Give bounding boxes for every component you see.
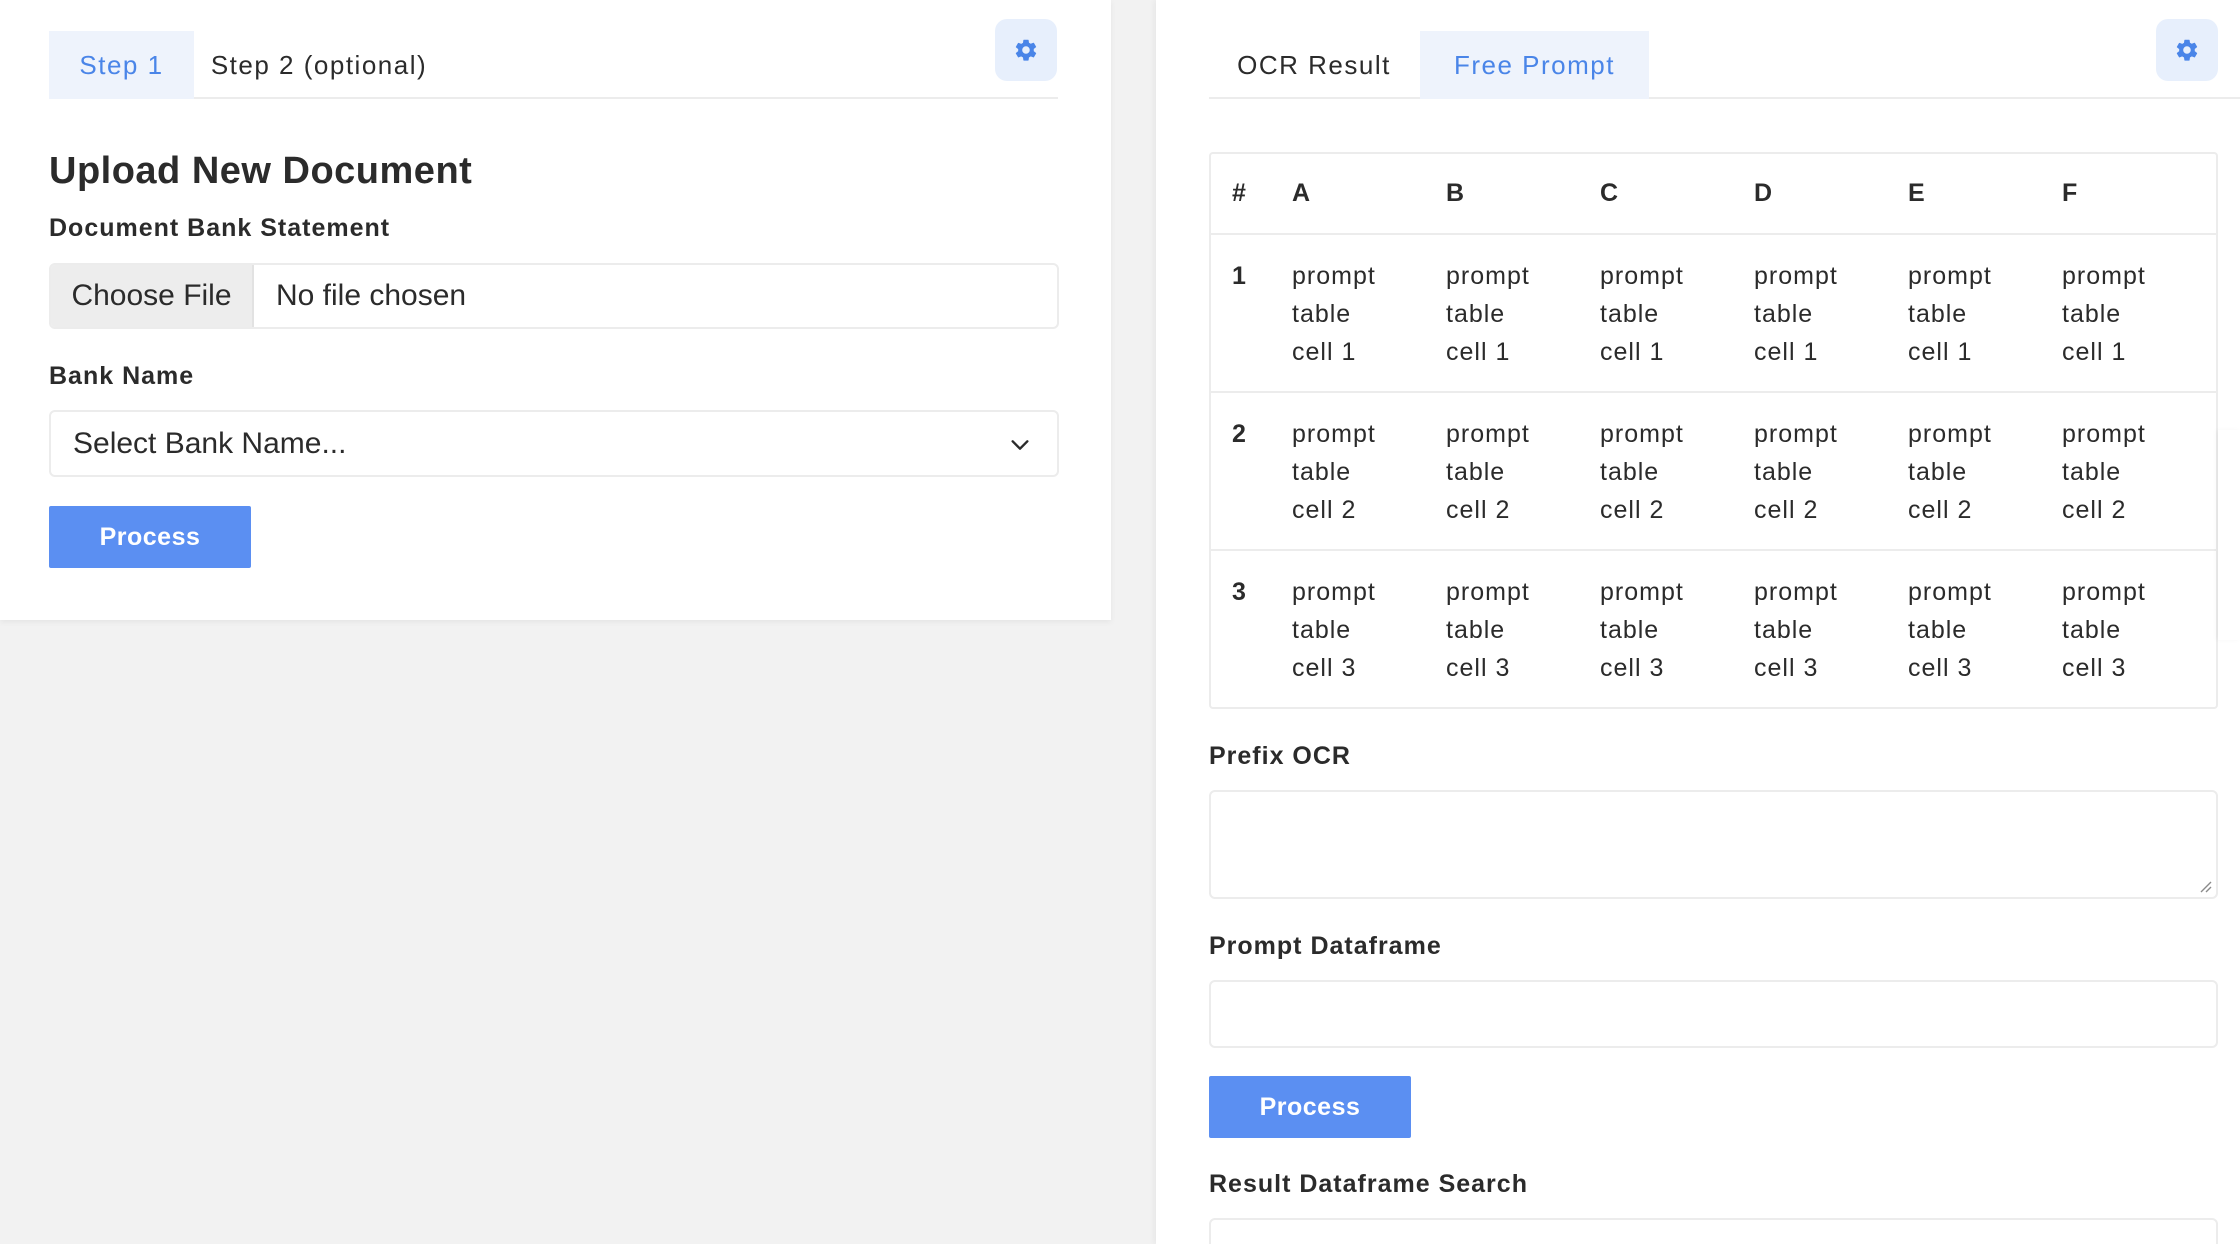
table-cell: prompt table cell 2 [2062, 392, 2216, 551]
prefix-ocr-textarea[interactable] [1209, 790, 2218, 899]
choose-file-button[interactable]: Choose File [51, 265, 254, 327]
table-cell: prompt table cell 1 [1446, 234, 1600, 393]
table-row: 1 prompt table cell 1 prompt table cell 1 pr… [1211, 234, 2216, 393]
scroll-edge [2218, 430, 2240, 640]
table-cell: prompt table cell 3 [1600, 578, 1684, 682]
table-cell: prompt table cell 1 [1908, 234, 2062, 393]
column-header: C [1600, 154, 1754, 235]
bank-name-label: Bank Name [49, 362, 195, 390]
prompt-dataframe-label: Prompt Dataframe [1209, 932, 1442, 960]
table-cell: prompt table cell 2 [1446, 392, 1600, 551]
file-status: No file chosen [276, 279, 467, 312]
table-cell: prompt table cell 1 [1292, 234, 1446, 393]
column-header: D [1754, 154, 1908, 235]
page-title: Upload New Document [49, 150, 473, 192]
table-cell: prompt table cell 2 [1600, 392, 1754, 551]
table-cell: prompt table cell 3 [1446, 578, 1530, 682]
gear-icon [2176, 39, 2198, 61]
result-search-input[interactable] [1209, 1218, 2218, 1244]
right-settings-button[interactable] [2156, 19, 2218, 81]
table-cell: prompt table cell 1 [2062, 234, 2216, 393]
table-cell: prompt table cell 2 [1908, 392, 2062, 551]
upload-panel: Step 1 Step 2 (optional) Upload New Docu… [0, 0, 1111, 620]
chevron-down-icon [1011, 440, 1029, 450]
table-cell: prompt table cell 3 [1908, 578, 1992, 682]
prefix-ocr-label: Prefix OCR [1209, 742, 1351, 770]
column-header: E [1908, 154, 2062, 235]
free-prompt-process-button[interactable]: Process [1209, 1076, 1411, 1138]
table-row: 2 prompt table cell 2 prompt table cell 2 pr… [1211, 392, 2216, 551]
document-label: Document Bank Statement [49, 214, 391, 242]
file-input[interactable]: Choose File No file chosen [49, 263, 1059, 329]
column-header: F [2062, 154, 2216, 235]
table-cell: prompt table cell 2 [1754, 392, 1908, 551]
tab-free-prompt[interactable]: Free Prompt [1420, 31, 1649, 99]
tab-step-2[interactable]: Step 2 (optional) [195, 31, 443, 99]
row-index: 1 [1211, 234, 1292, 393]
row-index: 3 [1232, 578, 1247, 606]
left-tab-bar: Step 1 Step 2 (optional) [49, 31, 1058, 99]
table-cell: prompt table cell 1 [1754, 234, 1908, 393]
tab-step-1[interactable]: Step 1 [49, 31, 194, 99]
resize-handle-icon[interactable] [2198, 879, 2212, 893]
table-cell: prompt table cell 3 [1754, 578, 1838, 682]
table-header-row: # A B C D E F [1211, 154, 2216, 235]
bank-name-select-value: Select Bank Name... [73, 426, 347, 460]
process-button[interactable]: Process [49, 506, 251, 568]
prompt-dataframe-input[interactable] [1209, 980, 2218, 1048]
prompt-table: # A B C D E F 1 prompt table cell 1 prompt… [1209, 152, 2218, 709]
column-header: # [1211, 154, 1292, 235]
gear-icon [1015, 39, 1037, 61]
right-tab-bar: OCR Result Free Prompt [1209, 31, 2240, 99]
table-cell: prompt table cell 3 [1292, 578, 1376, 682]
row-index: 2 [1211, 392, 1292, 551]
column-header: A [1292, 154, 1446, 235]
tab-ocr-result[interactable]: OCR Result [1209, 31, 1419, 99]
table-cell: prompt table cell 2 [1292, 392, 1446, 551]
column-header: B [1446, 154, 1600, 235]
bank-name-select[interactable]: Select Bank Name... [49, 410, 1059, 477]
prompt-panel: OCR Result Free Prompt # A B C D E F 1 p… [1156, 0, 2240, 1244]
left-settings-button[interactable] [995, 19, 1057, 81]
table-cell: prompt table cell 3 [2062, 578, 2146, 682]
table-row: 3 prompt table cell 3 prompt table cell 3 pr… [1211, 550, 2216, 707]
result-search-label: Result Dataframe Search [1209, 1170, 1528, 1198]
table-cell: prompt table cell 1 [1600, 234, 1754, 393]
